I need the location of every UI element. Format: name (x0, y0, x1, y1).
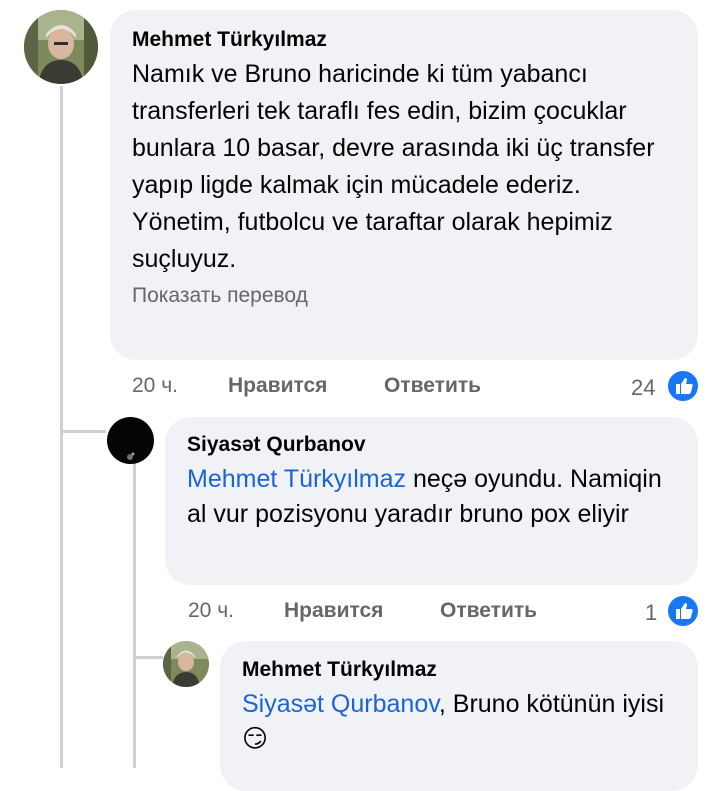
show-translation-link[interactable]: Показать перевод (132, 281, 676, 311)
comment-time[interactable]: 20 ч. (132, 374, 178, 398)
comment-author[interactable]: Siyasət Qurbanov (187, 430, 676, 460)
reply-button[interactable]: Ответить (384, 374, 481, 398)
thread-connector-1 (60, 430, 106, 433)
comment-actions: 20 ч. Нравится Ответить (0, 599, 720, 629)
reaction-count[interactable]: 24 (631, 375, 655, 401)
comment-time[interactable]: 20 ч. (188, 599, 234, 623)
like-button[interactable]: Нравится (228, 374, 327, 398)
comment-actions: 20 ч. Нравится Ответить (0, 374, 720, 404)
comment-author[interactable]: Mehmet Türkyılmaz (132, 25, 676, 55)
avatar[interactable] (107, 417, 154, 464)
comment-bubble: Siyasət Qurbanov Mehmet Türkyılmaz neçə … (165, 417, 698, 585)
avatar[interactable] (24, 10, 98, 84)
like-icon (666, 594, 700, 628)
avatar-photo-icon (24, 10, 98, 84)
comment-bubble: Mehmet Türkyılmaz Namık ve Bruno haricin… (110, 10, 698, 360)
avatar-photo-icon (127, 452, 135, 460)
thread-line-main (60, 86, 63, 768)
avatar[interactable] (163, 641, 209, 687)
mention-link[interactable]: Mehmet Türkyılmaz (187, 465, 406, 493)
reaction-count[interactable]: 1 (645, 600, 657, 626)
like-button[interactable]: Нравится (284, 599, 383, 623)
comment-text: Namık ve Bruno haricinde ki tüm yabancı … (132, 60, 655, 273)
reply-button[interactable]: Ответить (440, 599, 537, 623)
like-icon (666, 369, 700, 403)
avatar-photo-icon (163, 641, 209, 687)
mention-link[interactable]: Siyasət Qurbanov (242, 690, 439, 718)
comment-text-block: Mehmet Türkyılmaz neçə oyundu. Namiqin a… (187, 462, 676, 532)
comment-author[interactable]: Mehmet Türkyılmaz (242, 655, 676, 685)
thread-connector-2 (133, 656, 163, 659)
comment-text-block: Siyasət Qurbanov, Bruno kötünün iyisi 😏 (242, 687, 676, 757)
comment-bubble: Mehmet Türkyılmaz Siyasət Qurbanov, Brun… (220, 641, 698, 791)
